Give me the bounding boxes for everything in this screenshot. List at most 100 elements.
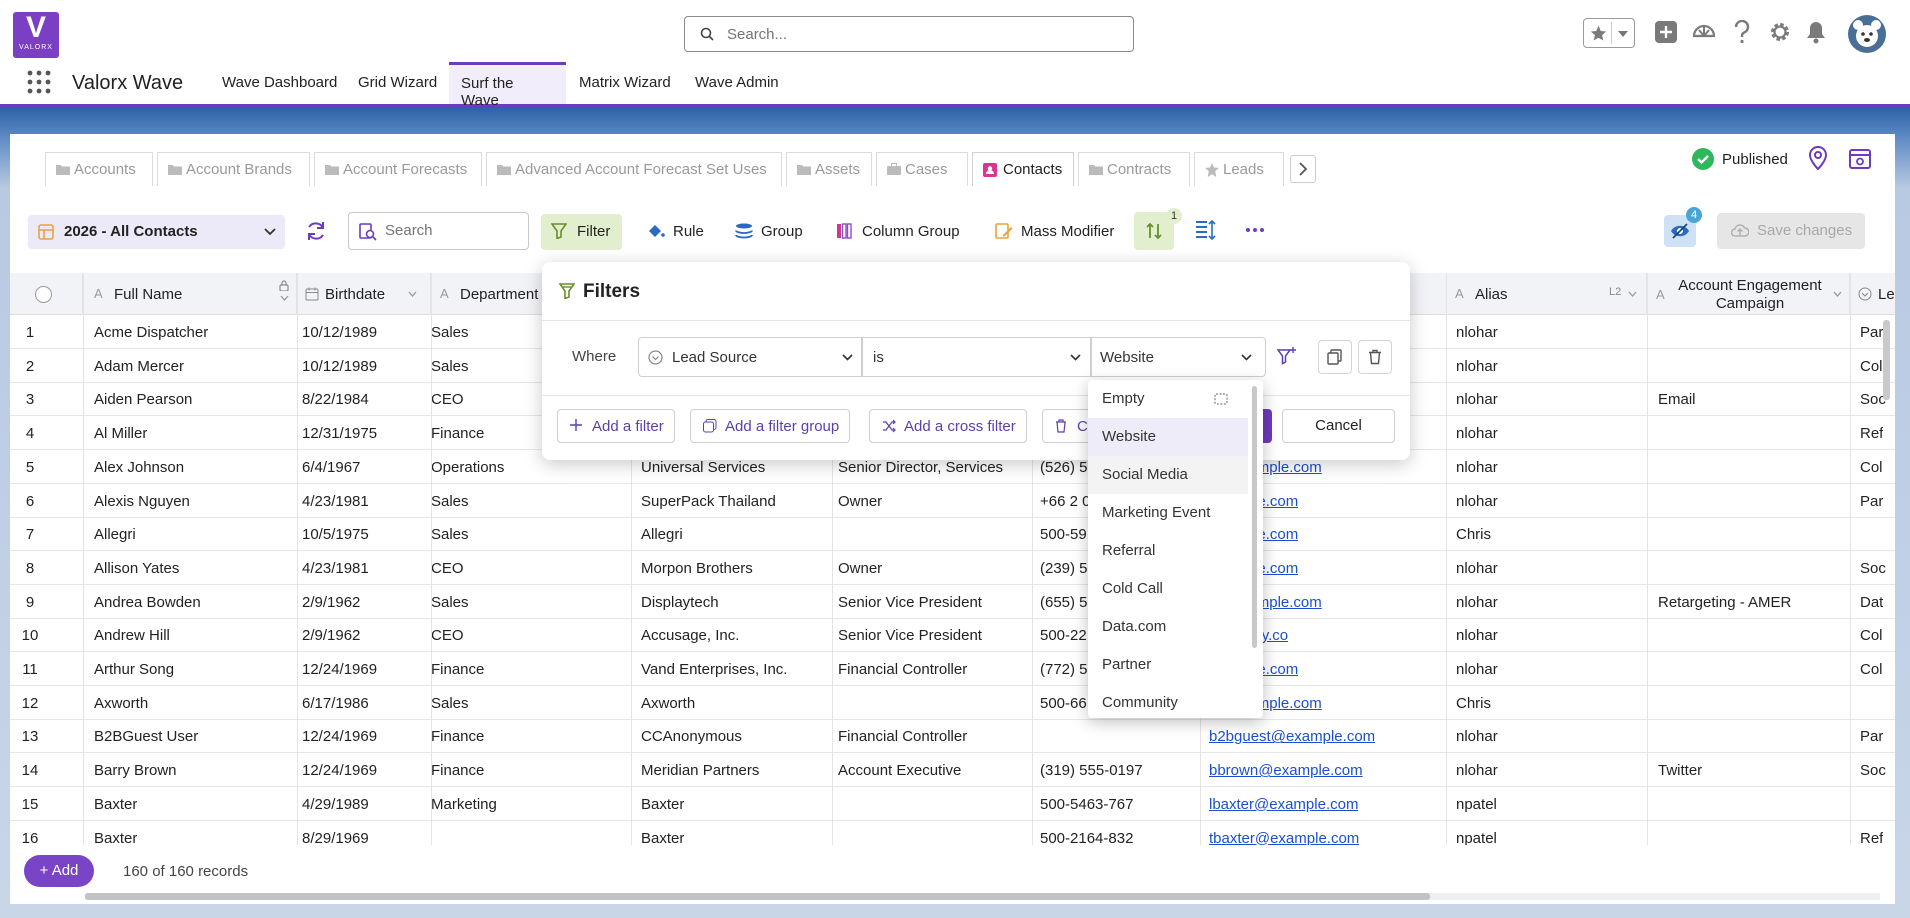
table-row[interactable]: 15 Baxter 4/29/1989 Marketing Baxter 500-5463… xyxy=(10,787,1895,821)
table-row[interactable]: 13 B2BGuest User 12/24/1969 Finance CCAnonym… xyxy=(10,719,1895,754)
table-row[interactable]: 12 Axworth 6/17/1986 Sales Axworth 500-66 h@ex… xyxy=(10,686,1895,720)
email-cell[interactable]: bbrown@example.com xyxy=(1209,762,1363,779)
filter-field-select[interactable]: Lead Source xyxy=(638,337,862,377)
app-logo[interactable]: V VALORX xyxy=(13,12,59,58)
email-cell[interactable]: tbaxter@example.com xyxy=(1209,830,1359,847)
table-row[interactable]: 9 Andrea Bowden 2/9/1962 Sales Displaytech Se… xyxy=(10,585,1895,619)
object-tab-cases[interactable]: Cases xyxy=(876,152,968,186)
table-row[interactable]: 7Allegri10/5/1975SalesAllegri500-59examp… xyxy=(10,517,1895,552)
chevron-down-icon[interactable] xyxy=(408,291,417,297)
email-link[interactable]: b2bguest@example.com xyxy=(1209,728,1375,745)
global-search[interactable] xyxy=(684,16,1134,52)
lead-source-cell: Par xyxy=(1860,492,1884,510)
object-tab-accounts[interactable]: Accounts xyxy=(45,152,153,186)
row-number: 2 xyxy=(25,357,35,375)
duplicate-filter-button[interactable] xyxy=(1318,340,1352,374)
mass-modifier-button[interactable]: Mass Modifier xyxy=(985,214,1122,250)
filter-button[interactable]: Filter xyxy=(541,214,622,250)
option-website[interactable]: Website xyxy=(1088,418,1248,456)
help-icon[interactable] xyxy=(1732,20,1752,44)
rule-button[interactable]: Rule xyxy=(637,214,712,250)
nav-tab-matrix-wizard[interactable]: Matrix Wizard xyxy=(567,62,683,104)
vertical-scrollbar[interactable] xyxy=(1883,320,1890,400)
hidden-columns-button[interactable]: 4 xyxy=(1664,207,1702,247)
add-record-button[interactable]: + Add xyxy=(24,855,94,887)
birthdate-cell: 8/22/1984 xyxy=(302,391,369,409)
object-tab-leads[interactable]: Leads xyxy=(1194,152,1284,186)
chevron-down-icon[interactable] xyxy=(1833,291,1842,297)
tabs-scroll-right-button[interactable] xyxy=(1290,155,1316,183)
column-group-button[interactable]: Column Group xyxy=(826,214,968,250)
sort-button[interactable]: 1 xyxy=(1134,208,1182,250)
email-link[interactable]: tbaxter@example.com xyxy=(1209,830,1359,847)
select-all-checkbox[interactable] xyxy=(35,286,52,303)
user-avatar[interactable] xyxy=(1847,14,1887,54)
app-launcher-icon[interactable] xyxy=(27,70,51,94)
option-empty[interactable]: Empty xyxy=(1088,380,1248,418)
object-tab-account-brands[interactable]: Account Brands xyxy=(157,152,310,186)
table-row[interactable]: 10 Andrew Hill 2/9/1962 CEO Accusage, Inc. Se… xyxy=(10,618,1895,653)
option-marketing-event[interactable]: Marketing Event xyxy=(1088,494,1248,532)
column-header-lead-source[interactable]: Le xyxy=(1850,273,1895,315)
group-button[interactable]: Group xyxy=(725,214,811,250)
object-tab-assets[interactable]: Assets xyxy=(786,152,872,186)
object-tab-account-forecasts[interactable]: Account Forecasts xyxy=(314,152,482,186)
refresh-icon[interactable] xyxy=(305,220,327,242)
option-cold-call[interactable]: Cold Call xyxy=(1088,570,1248,608)
gear-icon[interactable] xyxy=(1768,20,1792,44)
row-height-icon[interactable] xyxy=(1195,220,1217,240)
add-cross-filter-button[interactable]: Add a cross filter xyxy=(869,409,1027,443)
save-changes-button[interactable]: Save changes xyxy=(1717,213,1865,249)
column-header-alias[interactable]: A Alias L2 xyxy=(1446,273,1647,315)
table-row[interactable]: 14 Barry Brown 12/24/1969 Finance Meridian P… xyxy=(10,753,1895,788)
filter-value-select[interactable]: Website xyxy=(1091,337,1266,377)
department-cell: CEO xyxy=(431,559,464,577)
delete-filter-button[interactable] xyxy=(1358,340,1392,374)
chevron-down-icon[interactable] xyxy=(280,295,289,301)
column-header-account-engagement-campaign[interactable]: A Account Engagement Campaign xyxy=(1647,273,1850,315)
dropdown-scrollbar[interactable] xyxy=(1252,386,1257,648)
nav-tab-grid-wizard[interactable]: Grid Wizard xyxy=(346,62,449,104)
add-filter-button[interactable]: Add a filter xyxy=(557,409,675,443)
nav-tab-wave-admin[interactable]: Wave Admin xyxy=(683,62,791,104)
object-tab-advanced-account-forecast-set-uses[interactable]: Advanced Account Forecast Set Uses xyxy=(486,152,782,186)
grid-search[interactable] xyxy=(348,212,529,250)
table-row[interactable]: 8 Allison Yates 4/23/1981 CEO Morpon Brother… xyxy=(10,551,1895,585)
notification-bell-icon[interactable] xyxy=(1805,20,1827,44)
more-options-icon[interactable] xyxy=(1244,220,1266,240)
column-header-birthdate[interactable]: Birthdate xyxy=(297,273,431,315)
lead-source-cell: Par xyxy=(1860,324,1884,341)
setup-assistant-icon[interactable] xyxy=(1692,20,1716,44)
object-tab-contacts[interactable]: Contacts xyxy=(972,152,1074,186)
option-community[interactable]: Community xyxy=(1088,684,1248,718)
table-row[interactable]: 6 Alexis Nguyen 4/23/1981 Sales SuperPack Th… xyxy=(10,484,1895,518)
chevron-down-icon[interactable] xyxy=(1628,291,1637,297)
column-header-full-name[interactable]: A Full Name xyxy=(83,273,297,315)
filter-add-icon[interactable] xyxy=(1277,346,1297,366)
email-cell[interactable]: lbaxter@example.com xyxy=(1209,796,1358,813)
global-search-input[interactable] xyxy=(727,24,1117,44)
option-partner[interactable]: Partner xyxy=(1088,646,1248,684)
object-tab-contracts[interactable]: Contracts xyxy=(1078,152,1190,186)
add-icon[interactable] xyxy=(1654,20,1678,44)
location-pin-icon[interactable] xyxy=(1808,146,1828,170)
horizontal-scrollbar[interactable] xyxy=(85,893,1430,900)
filter-operator-select[interactable]: is xyxy=(862,337,1091,377)
layers-icon xyxy=(735,223,753,239)
option-social-media[interactable]: Social Media xyxy=(1088,456,1248,494)
email-link[interactable]: bbrown@example.com xyxy=(1209,762,1363,779)
trash-icon xyxy=(1367,349,1383,365)
option-data-com[interactable]: Data.com xyxy=(1088,608,1248,646)
preview-window-icon[interactable] xyxy=(1849,148,1871,170)
add-filter-group-button[interactable]: Add a filter group xyxy=(690,409,851,443)
email-cell[interactable]: b2bguest@example.com xyxy=(1209,728,1375,745)
option-referral[interactable]: Referral xyxy=(1088,532,1248,570)
table-row[interactable]: 11 Arthur Song 12/24/1969 Finance Vand Enter… xyxy=(10,652,1895,686)
cancel-button[interactable]: Cancel xyxy=(1282,409,1395,443)
grid-search-input[interactable] xyxy=(385,222,515,239)
favorites-button[interactable] xyxy=(1583,18,1635,48)
nav-tab-wave-dashboard[interactable]: Wave Dashboard xyxy=(210,62,349,104)
nav-tab-surf-the-wave[interactable]: Surf the Wave xyxy=(449,62,566,109)
view-selector[interactable]: 2026 - All Contacts xyxy=(28,215,285,249)
email-link[interactable]: lbaxter@example.com xyxy=(1209,796,1358,813)
